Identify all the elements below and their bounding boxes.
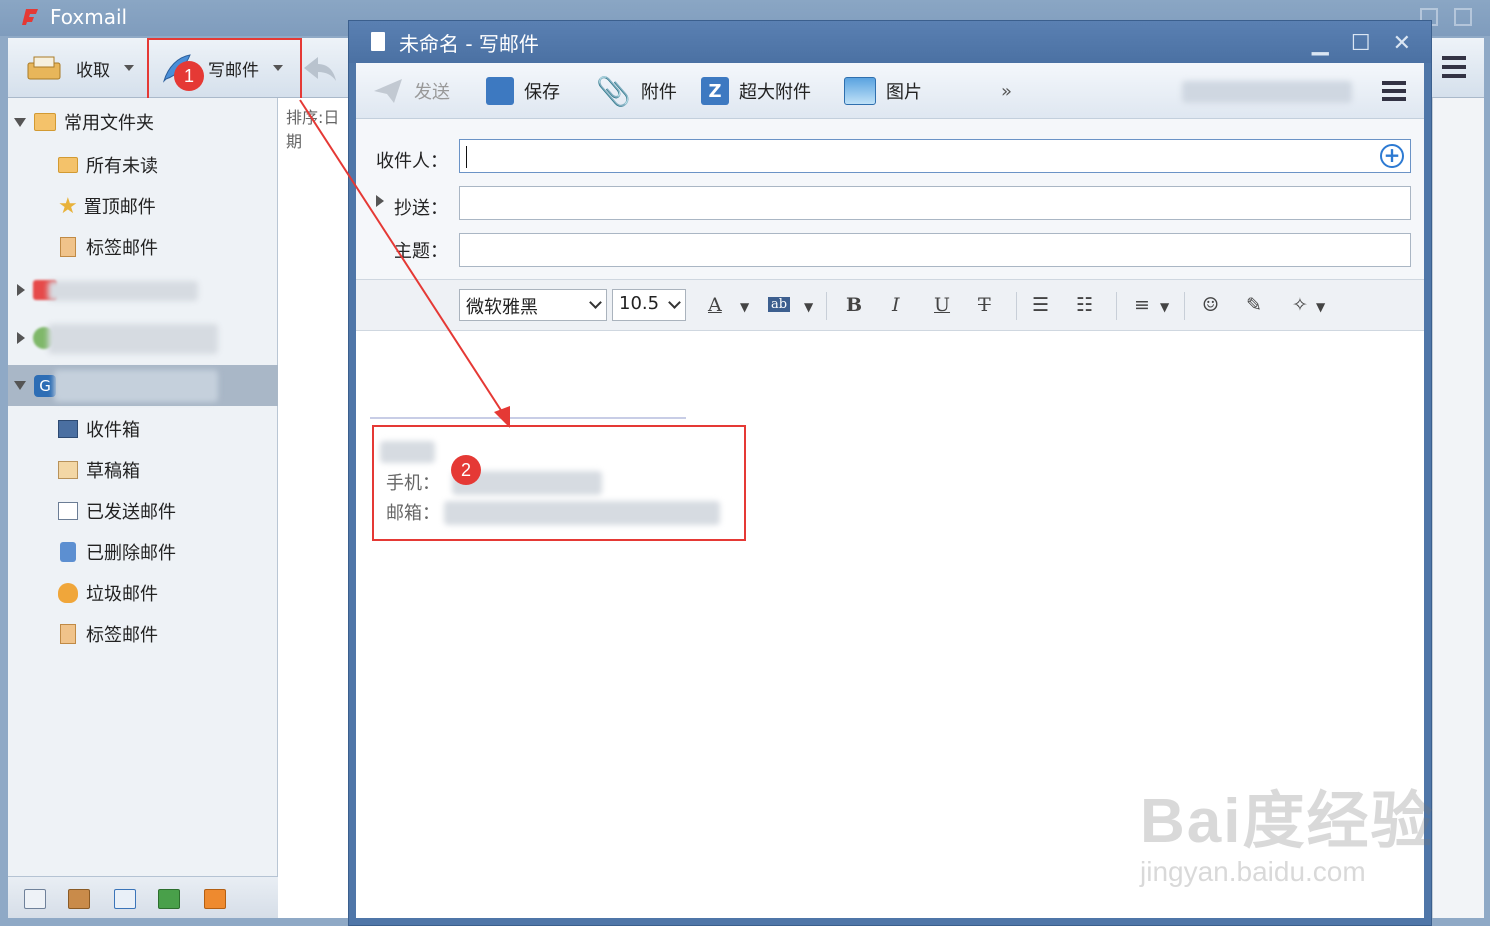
watermark-line1: Bai度经验 xyxy=(1140,787,1435,856)
watermark-line2: jingyan.baidu.com xyxy=(1140,856,1366,887)
baidu-watermark: Bai度经验 jingyan.baidu.com xyxy=(1140,770,1434,888)
